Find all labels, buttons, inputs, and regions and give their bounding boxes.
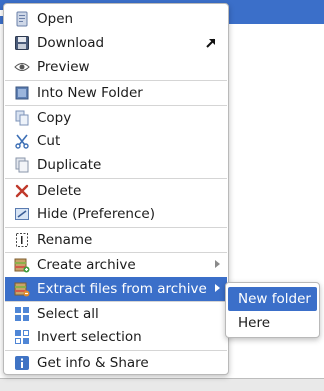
new-folder-icon [14,85,30,101]
info-icon [14,355,30,371]
menu-item-download[interactable]: Download [5,31,227,55]
menu-item-label: Download [37,35,105,51]
save-disk-icon [14,35,30,51]
menu-item-invert-selection[interactable]: Invert selection [5,325,227,349]
menu-item-label: Preview [37,59,90,75]
menu-item-get-info-share[interactable]: Get info & Share [5,350,227,374]
menu-item-copy[interactable]: Copy [5,105,227,129]
menu-item-label: Delete [37,182,82,199]
menu-item-create-archive[interactable]: Create archive [5,252,227,276]
menu-item-label: Invert selection [37,329,142,345]
menu-item-label: Duplicate [37,157,102,173]
select-all-icon [14,306,30,322]
menu-item-label: Cut [37,133,61,149]
delete-x-icon [14,183,30,199]
menu-item-hide[interactable]: Hide (Preference) [5,202,227,226]
submenu-item-label: Here [238,315,271,331]
invert-selection-icon [14,329,30,345]
submenu-item-new-folder[interactable]: New folder [228,287,317,311]
menu-item-open[interactable]: Open [5,7,227,31]
menu-item-duplicate[interactable]: Duplicate [5,153,227,177]
open-folder-icon [14,11,30,27]
eye-icon [14,59,30,75]
extract-archive-icon [14,281,30,297]
create-archive-icon [14,257,30,273]
menu-item-label: Get info & Share [37,354,149,371]
context-menu: Open Download Preview Into New Folder Co… [3,3,229,375]
menu-item-rename[interactable]: Rename [5,227,227,251]
copy-icon [14,110,30,126]
menu-item-extract-files[interactable]: Extract files from archive [5,277,227,301]
hide-icon [14,206,30,222]
menu-item-label: Rename [37,231,93,248]
external-link-arrow-icon [204,36,218,50]
scissors-icon [14,133,30,149]
menu-item-label: Extract files from archive [37,281,207,297]
menu-item-select-all[interactable]: Select all [5,301,227,325]
menu-item-label: Select all [37,305,99,322]
rename-icon [14,232,30,248]
menu-item-cut[interactable]: Cut [5,129,227,153]
submenu-arrow-icon [215,284,220,292]
submenu-item-label: New folder [238,291,311,307]
status-bar [0,378,324,391]
duplicate-icon [14,157,30,173]
menu-item-label: Create archive [37,256,136,273]
menu-item-label: Copy [37,109,72,126]
menu-item-into-new-folder[interactable]: Into New Folder [5,80,227,104]
submenu-item-here[interactable]: Here [228,311,317,335]
menu-item-label: Into New Folder [37,84,143,101]
submenu-arrow-icon [215,260,220,268]
extract-submenu: New folder Here [225,282,320,338]
menu-item-label: Open [37,11,74,27]
menu-item-preview[interactable]: Preview [5,55,227,79]
menu-item-label: Hide (Preference) [37,206,155,222]
menu-item-delete[interactable]: Delete [5,178,227,202]
